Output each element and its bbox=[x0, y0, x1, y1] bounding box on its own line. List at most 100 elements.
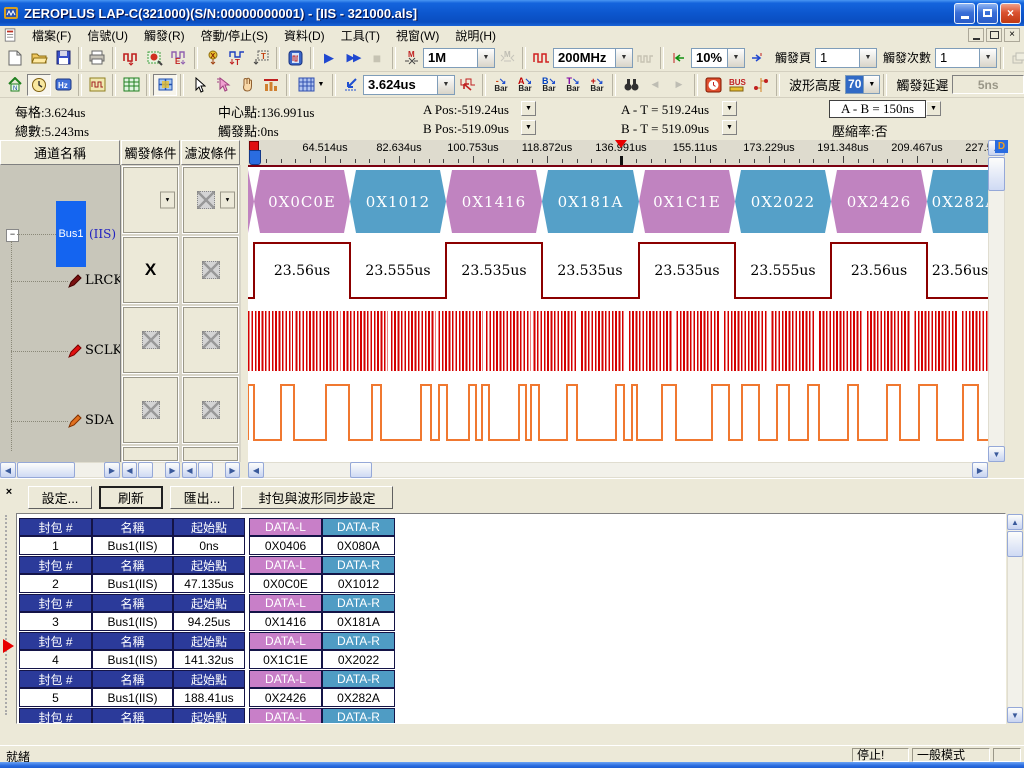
scroll-right-button[interactable]: ▶ bbox=[104, 462, 120, 478]
menu-item-6[interactable]: 視窗(W) bbox=[388, 26, 447, 45]
packet-refresh-button[interactable]: 刷新 bbox=[99, 486, 163, 509]
packet-block-data[interactable]: DATA-LDATA-R0X04060X080A bbox=[249, 518, 395, 555]
menu-item-1[interactable]: 信號(U) bbox=[79, 26, 136, 45]
frequency-alt-button[interactable] bbox=[633, 47, 657, 69]
zoom-reset-button[interactable] bbox=[455, 74, 479, 96]
packet-block-info[interactable]: 封包 #名稱起始點2Bus1(IIS)47.135us bbox=[19, 556, 245, 593]
pattern-mode-dropdown[interactable]: ▼ bbox=[293, 74, 329, 96]
wave-height-spinner[interactable]: 70▼ bbox=[845, 75, 880, 94]
print-button[interactable] bbox=[85, 47, 109, 69]
channel-item-lrck[interactable]: LRCK bbox=[68, 273, 121, 288]
bus-segment[interactable]: 0X1416 bbox=[446, 170, 542, 233]
restore-button[interactable] bbox=[977, 3, 998, 24]
state-list-button[interactable] bbox=[119, 74, 143, 96]
trigger-pulse-button[interactable]: T bbox=[225, 47, 249, 69]
a-b-combo[interactable]: A - B = 150ns bbox=[829, 100, 926, 118]
trigger-ratio-combo[interactable]: 10%▼ bbox=[691, 48, 745, 68]
packet-block-info[interactable]: 封包 #名稱起始點5Bus1(IIS)188.41us bbox=[19, 670, 245, 707]
repeat-run-button[interactable]: ▶▶ bbox=[341, 47, 365, 69]
trigger-cell-partial[interactable] bbox=[123, 447, 178, 461]
mixed-view-button[interactable] bbox=[153, 74, 177, 96]
trigger-page-combo[interactable]: 1▼ bbox=[815, 48, 877, 68]
scroll-right-button[interactable]: ▶ bbox=[972, 462, 988, 478]
bar-t-button[interactable]: T↘Bar bbox=[561, 74, 585, 96]
frequency-mode-button[interactable] bbox=[529, 47, 553, 69]
packet-block-info[interactable]: 封包 #名稱起始點1Bus1(IIS)0ns bbox=[19, 518, 245, 555]
frequency-display-button[interactable]: Hz bbox=[51, 74, 75, 96]
packet-block-info[interactable]: 封包 #名稱起始點6Bus1(IIS)235.53us bbox=[19, 708, 245, 724]
open-file-button[interactable] bbox=[27, 47, 51, 69]
trigger-cell-sda[interactable] bbox=[123, 377, 178, 443]
packet-block-data[interactable]: DATA-LDATA-R0X24260X282A bbox=[249, 670, 395, 707]
mdi-minimize-button[interactable] bbox=[968, 28, 984, 42]
scroll-thumb[interactable] bbox=[17, 462, 75, 478]
packet-block-data[interactable]: DATA-LDATA-R0X2C2E0X3032 bbox=[249, 708, 395, 724]
sample-depth-button[interactable]: M bbox=[399, 47, 423, 69]
scroll-thumb[interactable] bbox=[138, 462, 153, 478]
center-point-marker[interactable] bbox=[615, 140, 627, 148]
packet-block-data[interactable]: DATA-LDATA-R0X1C1E0X2022 bbox=[249, 632, 395, 669]
bus-segment[interactable]: 0X0C0E bbox=[254, 170, 350, 233]
a-b-dropdown[interactable]: ▼ bbox=[926, 101, 941, 116]
menu-item-2[interactable]: 觸發(R) bbox=[136, 26, 193, 45]
waveform-mode-button[interactable] bbox=[85, 74, 109, 96]
trigger-text-button[interactable]: T bbox=[249, 47, 273, 69]
time-display-button[interactable] bbox=[27, 74, 51, 96]
bus-segment[interactable]: 0X181A bbox=[542, 170, 639, 233]
memory-page-button[interactable]: M bbox=[495, 47, 519, 69]
home-button[interactable]: N bbox=[3, 74, 27, 96]
menu-item-4[interactable]: 資料(D) bbox=[276, 26, 333, 45]
trigger-delay-field[interactable]: 5ns bbox=[952, 75, 1024, 94]
channel-item-sda[interactable]: SDA bbox=[68, 413, 114, 428]
bus-segment[interactable]: 0X2426 bbox=[831, 170, 927, 233]
channel-setup-button[interactable] bbox=[143, 47, 167, 69]
search-button[interactable] bbox=[619, 74, 643, 96]
b-pos-dropdown[interactable]: ▼ bbox=[521, 120, 536, 135]
packet-block-info[interactable]: 封包 #名稱起始點3Bus1(IIS)94.25us bbox=[19, 594, 245, 631]
scroll-right-button[interactable]: ▶ bbox=[225, 462, 240, 478]
bus-segment[interactable]: 0X1C1E bbox=[639, 170, 735, 233]
next-result-button[interactable]: ▶ bbox=[667, 74, 691, 96]
waveform-pane[interactable]: 0X0C0E0X10120X14160X181A0X1C1E0X20220X24… bbox=[248, 165, 988, 462]
bus-color-block[interactable]: Bus1 bbox=[56, 201, 86, 267]
tree-collapse-toggle[interactable]: − bbox=[6, 229, 19, 242]
packet-export-button[interactable]: 匯出... bbox=[170, 486, 234, 509]
bus-segment[interactable]: 0X282A bbox=[927, 170, 988, 233]
close-button[interactable]: × bbox=[1000, 3, 1021, 24]
packet-block-info[interactable]: 封包 #名稱起始點4Bus1(IIS)141.32us bbox=[19, 632, 245, 669]
scroll-up-button[interactable]: ▲ bbox=[1007, 514, 1023, 530]
bar-a-button[interactable]: A↘Bar bbox=[513, 74, 537, 96]
stack-pages-button[interactable] bbox=[1007, 47, 1024, 69]
trigger-mark-button[interactable]: X bbox=[201, 47, 225, 69]
memory-analyzer-button[interactable] bbox=[283, 47, 307, 69]
trigger-cell-sclk[interactable] bbox=[123, 307, 178, 373]
packet-settings-button[interactable]: 設定... bbox=[28, 486, 92, 509]
menu-item-7[interactable]: 說明(H) bbox=[447, 26, 504, 45]
select-tool-button[interactable] bbox=[187, 74, 211, 96]
prev-result-button[interactable]: ◀ bbox=[643, 74, 667, 96]
menu-item-0[interactable]: 檔案(F) bbox=[24, 26, 79, 45]
zoom-tool-button[interactable] bbox=[339, 74, 363, 96]
frequency-combo[interactable]: 200MHz▼ bbox=[553, 48, 633, 68]
a-pos-dropdown[interactable]: ▼ bbox=[521, 101, 536, 116]
b-t-dropdown[interactable]: ▼ bbox=[722, 120, 737, 135]
run-button[interactable]: ▶ bbox=[317, 47, 341, 69]
noise-filter-button[interactable] bbox=[701, 74, 725, 96]
sample-depth-combo[interactable]: 1M▼ bbox=[423, 48, 495, 68]
statistics-button[interactable] bbox=[259, 74, 283, 96]
filter-cell-lrck[interactable] bbox=[183, 237, 238, 303]
scroll-right-button[interactable]: ▶ bbox=[165, 462, 180, 478]
filter-cell-sclk[interactable] bbox=[183, 307, 238, 373]
panel-close-button[interactable]: × bbox=[3, 487, 15, 499]
bus-edit-button[interactable]: E bbox=[167, 47, 191, 69]
packet-block-data[interactable]: DATA-LDATA-R0X0C0E0X1012 bbox=[249, 556, 395, 593]
sampling-setup-button[interactable] bbox=[119, 47, 143, 69]
stop-button[interactable]: ■ bbox=[365, 47, 389, 69]
scroll-thumb[interactable] bbox=[1007, 531, 1023, 557]
filter-cell-sda[interactable] bbox=[183, 377, 238, 443]
scroll-down-button[interactable]: ▼ bbox=[988, 446, 1005, 462]
bus-segment[interactable]: 0X1012 bbox=[350, 170, 446, 233]
a-t-dropdown[interactable]: ▼ bbox=[722, 101, 737, 116]
scroll-thumb[interactable] bbox=[988, 157, 1005, 191]
trigger-cell-lrck[interactable]: X bbox=[123, 237, 178, 303]
